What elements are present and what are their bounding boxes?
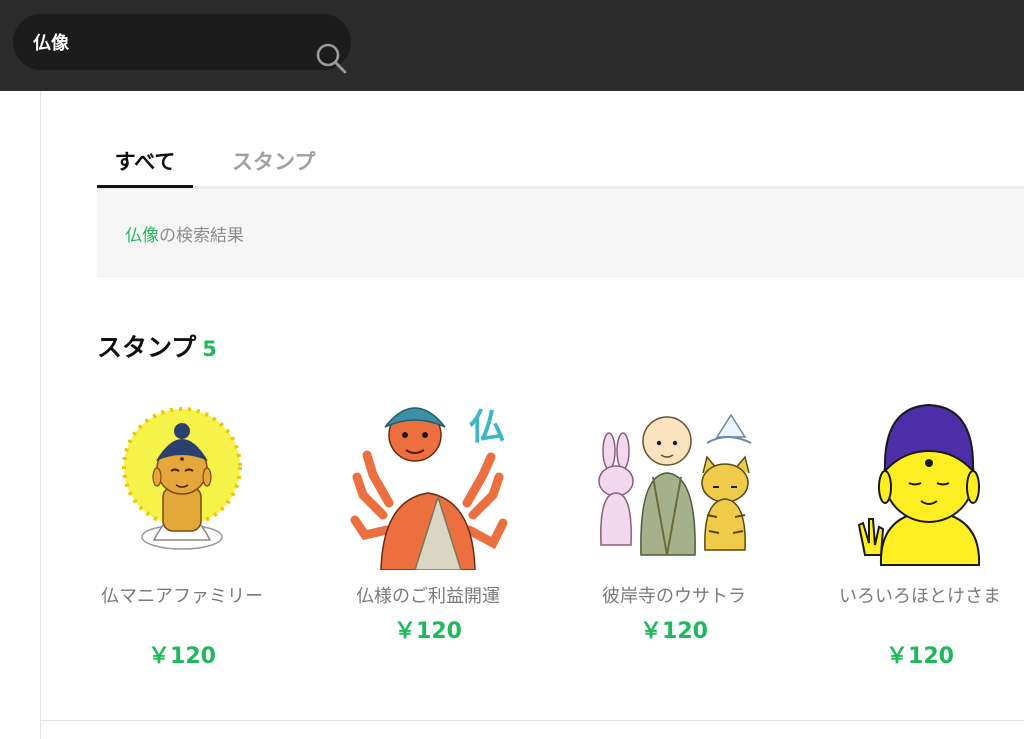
svg-text:仏: 仏: [469, 407, 505, 448]
search-result-summary: 仏像の検索結果: [97, 188, 1024, 277]
section-title-label: スタンプ: [97, 333, 197, 362]
bottom-divider: [41, 720, 1024, 721]
section-title: スタンプ 5: [97, 328, 217, 364]
tab-bar: すべて スタンプ: [97, 130, 1024, 188]
search-input[interactable]: [33, 28, 303, 56]
search-result-suffix: の検索結果: [159, 226, 244, 246]
sticker-name[interactable]: 仏マニアファミリー: [87, 582, 277, 612]
six-armed-deity-sticker[interactable]: 仏: [343, 395, 513, 570]
sticker-price: ￥120: [640, 619, 708, 644]
tab-stamp[interactable]: スタンプ: [232, 146, 332, 188]
search-term: 仏像: [125, 226, 159, 246]
sticker-price: ￥120: [886, 644, 954, 669]
sticker-price: ￥120: [148, 644, 216, 669]
monk-rabbit-tiger-sticker[interactable]: [589, 395, 759, 570]
search-icon[interactable]: [314, 41, 348, 75]
header-bar: [0, 0, 1024, 91]
search-box[interactable]: [13, 14, 351, 74]
section-count: 5: [202, 337, 217, 361]
search-result-text: 仏像の検索結果: [125, 221, 244, 246]
sticker-price: ￥120: [394, 619, 462, 644]
sticker-item[interactable]: 彼岸寺のウサトラ ￥120: [579, 395, 769, 685]
sticker-name[interactable]: いろいろほとけさま: [825, 582, 1015, 612]
sticker-name[interactable]: 仏様のご利益開運: [333, 582, 523, 612]
sticker-item[interactable]: 仏マニアファミリー ￥120: [87, 395, 277, 685]
content-left-border: [40, 91, 41, 739]
tab-all[interactable]: すべて: [97, 146, 193, 188]
sticker-name[interactable]: 彼岸寺のウサトラ: [579, 582, 769, 612]
buddha-on-lotus-sticker[interactable]: [97, 395, 267, 570]
yellow-purple-buddha-sticker[interactable]: [835, 395, 1005, 570]
sticker-item[interactable]: いろいろほとけさま ￥120: [825, 395, 1015, 685]
sticker-item[interactable]: 仏 仏様のご利益開運 ￥120: [333, 395, 523, 685]
